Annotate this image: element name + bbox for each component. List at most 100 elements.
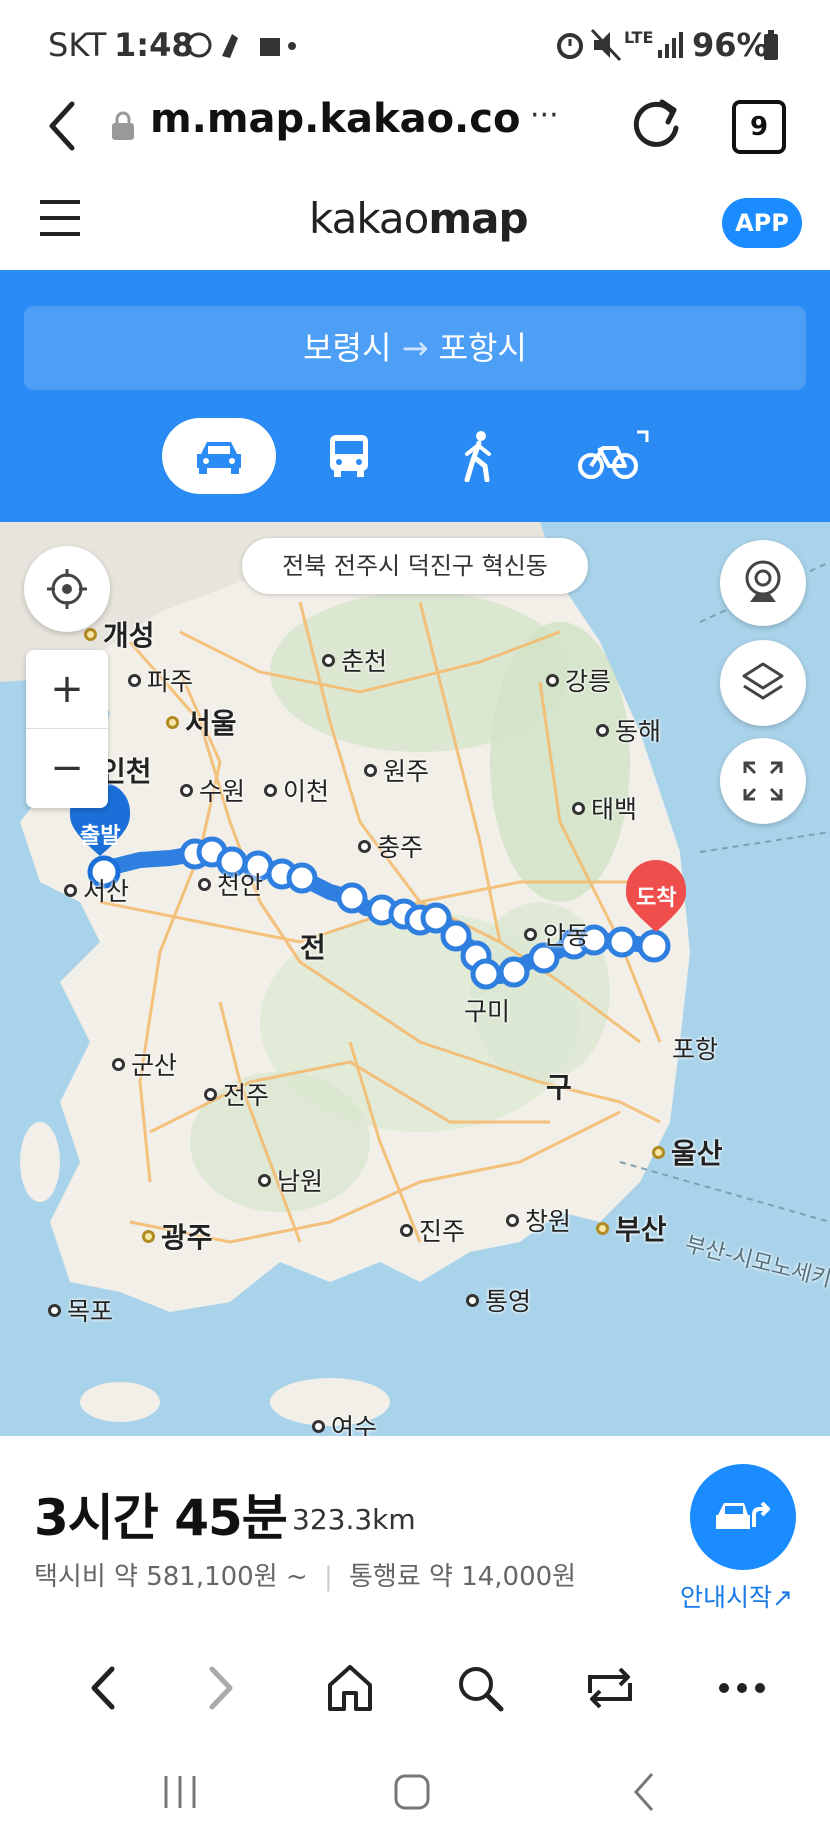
city-seoul: 서울 bbox=[166, 702, 237, 742]
city-yeosu: 여수 bbox=[312, 1408, 377, 1436]
bike-icon bbox=[578, 430, 649, 479]
hamburger-menu-icon[interactable] bbox=[40, 198, 82, 238]
origin-label: 보령시 bbox=[303, 329, 392, 367]
city-gunsan: 군산 bbox=[112, 1046, 177, 1082]
browser-url-bar: m.map.kakao.co ··· 9 bbox=[0, 90, 830, 172]
city-daejeon: 전 bbox=[300, 931, 326, 964]
city-jinju: 진주 bbox=[400, 1212, 465, 1248]
tab-count-button[interactable]: 9 bbox=[732, 100, 786, 154]
map-view[interactable]: 출발 도착 개성 파주 서울 인천 수원 이천 춘천 강릉 동해 원주 태백 충… bbox=[0, 522, 830, 1436]
home-nav-icon[interactable] bbox=[392, 1772, 432, 1812]
city-wonju: 원주 bbox=[364, 752, 429, 788]
city-jeonju: 전주 bbox=[204, 1076, 269, 1112]
system-back-icon[interactable] bbox=[630, 1770, 660, 1814]
layers-button[interactable] bbox=[720, 640, 806, 726]
city-daegu: 구 bbox=[546, 1071, 572, 1104]
roadview-camera-icon bbox=[745, 560, 781, 602]
city-busan: 부산 bbox=[596, 1208, 667, 1248]
mode-bike-tab[interactable] bbox=[558, 418, 672, 494]
browser-forward-button[interactable] bbox=[180, 1652, 260, 1724]
city-andong: 안동 bbox=[524, 916, 589, 952]
city-paju: 파주 bbox=[128, 662, 193, 698]
open-app-button[interactable]: APP bbox=[722, 198, 802, 248]
recent-apps-icon[interactable] bbox=[160, 1772, 200, 1812]
app-header: kakaomap bbox=[0, 170, 830, 270]
mode-bus-tab[interactable] bbox=[292, 418, 406, 494]
map-center-address: 전북 전주시 덕진구 혁신동 bbox=[242, 538, 588, 594]
city-suwon: 수원 bbox=[180, 772, 245, 808]
status-bar: SKT 1:48 LTE 96% bbox=[0, 0, 830, 90]
home-icon bbox=[328, 1665, 372, 1711]
route-duration: 3시간 45분 bbox=[34, 1489, 288, 1547]
battery-icon bbox=[764, 30, 778, 60]
system-navigation-bar bbox=[0, 1744, 830, 1844]
more-menu-icon[interactable]: ··· bbox=[530, 98, 559, 133]
city-icheon: 이천 bbox=[264, 772, 329, 808]
browser-back-button[interactable] bbox=[64, 1652, 144, 1724]
end-marker-label: 도착 bbox=[636, 886, 677, 911]
notification-icons bbox=[186, 32, 296, 58]
city-tongyeong: 통영 bbox=[466, 1282, 531, 1318]
network-type: LTE bbox=[624, 28, 654, 47]
current-location-button[interactable] bbox=[24, 546, 110, 632]
city-mokpo: 목포 bbox=[48, 1292, 113, 1328]
navigation-car-icon bbox=[716, 1501, 770, 1529]
bus-icon bbox=[330, 435, 368, 477]
map-canvas bbox=[0, 522, 830, 1436]
route-distance: 323.3km bbox=[292, 1503, 416, 1536]
url-text[interactable]: m.map.kakao.co bbox=[150, 96, 520, 142]
layers-icon bbox=[742, 662, 784, 700]
crosshair-icon bbox=[47, 569, 87, 609]
arrow-right-icon bbox=[209, 1666, 233, 1710]
city-gwangju: 광주 bbox=[142, 1216, 213, 1256]
city-chungju: 충주 bbox=[358, 828, 423, 864]
start-marker-label: 출발 bbox=[80, 824, 121, 849]
city-taebaek: 태백 bbox=[572, 790, 637, 826]
signal-icon bbox=[658, 32, 683, 58]
more-dots-icon bbox=[719, 1683, 765, 1693]
expand-icon bbox=[743, 761, 783, 801]
city-seosan: 서산 bbox=[64, 872, 129, 908]
mute-icon bbox=[590, 28, 622, 62]
reload-icon[interactable] bbox=[628, 92, 684, 156]
swap-arrows-icon bbox=[588, 1667, 632, 1709]
alarm-icon bbox=[557, 33, 583, 59]
zoom-out-button[interactable]: − bbox=[26, 729, 108, 807]
start-navigation-button[interactable] bbox=[690, 1464, 796, 1570]
start-navigation-label[interactable]: 안내시작↗ bbox=[680, 1578, 793, 1614]
zoom-control: + − bbox=[26, 650, 108, 808]
lock-icon bbox=[112, 111, 134, 140]
route-arrow: → bbox=[401, 329, 429, 367]
toll-fee: 통행료 약 14,000원 bbox=[349, 1562, 577, 1592]
browser-menu-button[interactable] bbox=[702, 1652, 782, 1724]
battery-percent: 96% bbox=[692, 26, 769, 64]
clock: 1:48 bbox=[114, 26, 194, 64]
roadview-button[interactable] bbox=[720, 540, 806, 626]
walk-icon bbox=[464, 431, 491, 482]
city-ulsan: 울산 bbox=[652, 1132, 723, 1172]
city-cheonan: 천안 bbox=[198, 866, 263, 902]
fullscreen-button[interactable] bbox=[720, 738, 806, 824]
city-gumi: 구미 bbox=[464, 997, 511, 1026]
city-gangneung: 강릉 bbox=[546, 662, 611, 698]
carrier: SKT bbox=[48, 26, 107, 64]
city-donghae: 동해 bbox=[596, 712, 661, 748]
zoom-in-button[interactable]: + bbox=[26, 650, 108, 729]
car-icon bbox=[197, 442, 241, 474]
kakaomap-logo[interactable]: kakaomap bbox=[309, 194, 529, 243]
route-summary-field[interactable]: 보령시 → 포항시 bbox=[24, 306, 806, 390]
taxi-fee: 택시비 약 581,100원 ~ bbox=[34, 1562, 308, 1592]
destination-label: 포항시 bbox=[438, 329, 527, 367]
route-fees: 택시비 약 581,100원 ~ | 통행료 약 14,000원 bbox=[34, 1562, 577, 1592]
city-namwon: 남원 bbox=[258, 1162, 323, 1198]
city-chuncheon: 춘천 bbox=[322, 642, 387, 678]
home-button[interactable] bbox=[310, 1652, 390, 1724]
arrow-left-icon bbox=[91, 1666, 115, 1710]
mode-car-tab[interactable] bbox=[162, 418, 276, 494]
mode-walk-tab[interactable] bbox=[422, 418, 536, 494]
city-pohang: 포항 bbox=[672, 1035, 719, 1064]
city-changwon: 창원 bbox=[506, 1202, 571, 1238]
share-button[interactable] bbox=[570, 1652, 650, 1724]
back-icon[interactable] bbox=[42, 96, 82, 156]
search-button[interactable] bbox=[440, 1652, 520, 1724]
